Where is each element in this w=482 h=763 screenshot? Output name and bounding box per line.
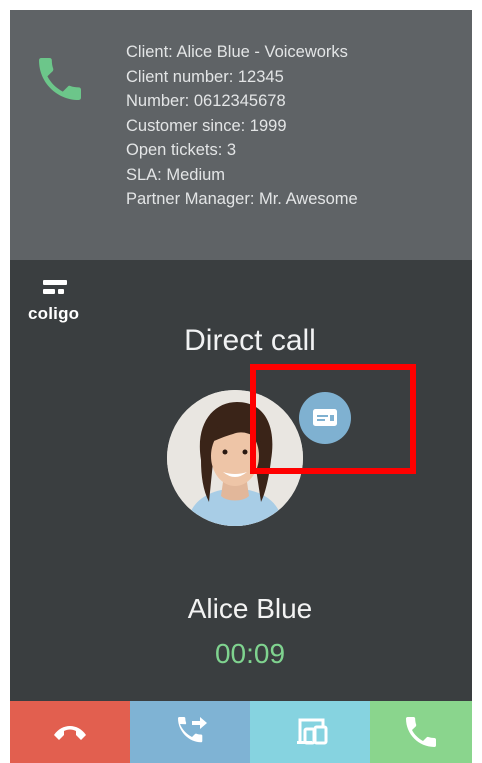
client-details: Client: Alice Blue - Voiceworks Client n…: [126, 40, 358, 212]
device-switch-icon: [297, 718, 328, 745]
hang-up-button[interactable]: [10, 701, 130, 763]
hang-up-icon: [54, 726, 86, 740]
call-timer: 00:09: [214, 638, 286, 669]
switch-device-button[interactable]: [250, 701, 370, 763]
transfer-call-button[interactable]: [130, 701, 250, 763]
customer-since-line: Customer since: 1999: [126, 116, 287, 135]
client-number-line: Client number: 12345: [126, 67, 284, 86]
call-transfer-icon: [178, 717, 207, 743]
client-name-line: Client: Alice Blue - Voiceworks: [126, 43, 348, 61]
partner-manager-line: Partner Manager: Mr. Awesome: [126, 190, 358, 208]
sla-line: SLA: Medium: [126, 165, 226, 184]
highlight-box: [250, 364, 416, 474]
open-tickets-line: Open tickets: 3: [126, 141, 237, 159]
call-button[interactable]: [370, 701, 472, 763]
phone-icon: [39, 58, 81, 100]
phone-number-line: Number: 0612345678: [126, 92, 286, 110]
coligo-logo: coligo: [28, 280, 80, 324]
call-screen: Client: Alice Blue - Voiceworks Client n…: [10, 10, 472, 763]
phone-icon: [406, 717, 436, 747]
call-type-label: Direct call: [184, 324, 316, 357]
call-actions-bar: [10, 701, 472, 763]
client-info-panel: Client: Alice Blue - Voiceworks Client n…: [10, 10, 472, 260]
logo-text: coligo: [28, 304, 80, 323]
contact-name: Alice Blue: [187, 593, 313, 624]
logo-mark-icon: [28, 280, 76, 302]
